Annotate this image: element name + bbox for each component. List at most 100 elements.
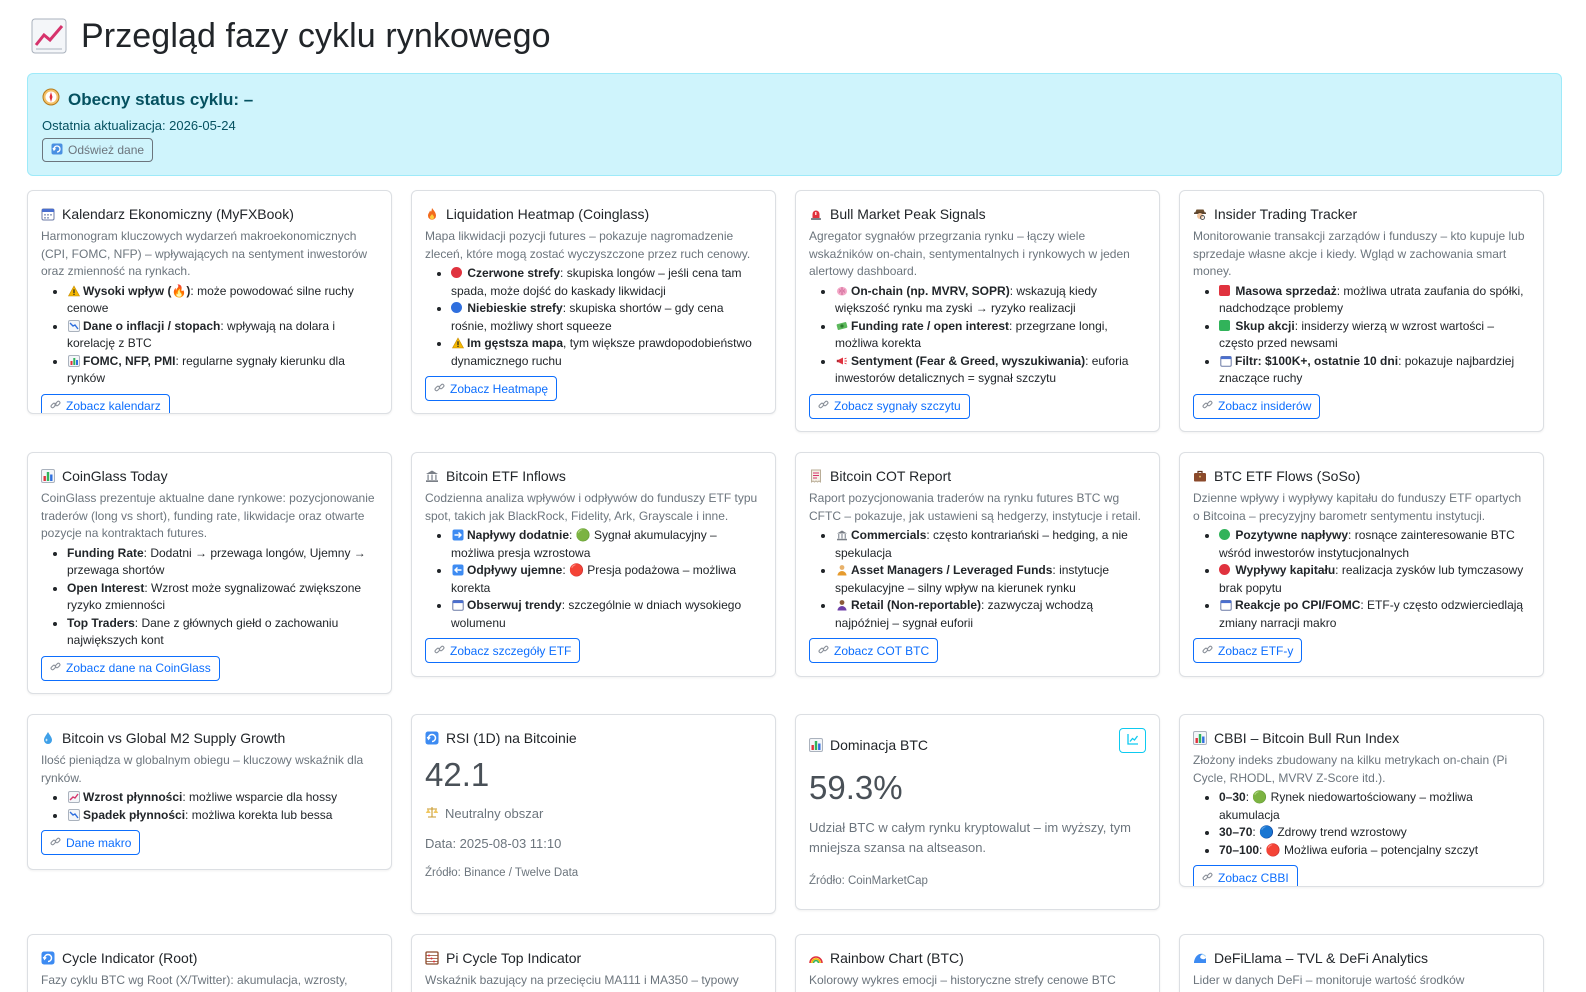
chart-increasing-icon bbox=[31, 18, 67, 54]
chart-decreasing-icon bbox=[67, 319, 80, 332]
calendar-icon bbox=[1219, 354, 1232, 367]
list-item: Asset Managers / Leveraged Funds: instyt… bbox=[835, 562, 1146, 597]
card-description: Harmonogram kluczowych wydarzeń makroeko… bbox=[41, 229, 368, 278]
bank-icon bbox=[425, 469, 439, 483]
view-etfs-button[interactable]: Zobacz ETF-y bbox=[1193, 638, 1303, 663]
list-item: 70–100: 🔴 Możliwa euforia – potencjalny … bbox=[1219, 842, 1530, 860]
red-square-icon bbox=[1219, 284, 1230, 296]
card-title: CBBI – Bitcoin Bull Run Index bbox=[1193, 728, 1530, 747]
card-btc-dominance: Dominacja BTC 59.3% Udział BTC w całym r… bbox=[795, 714, 1160, 910]
card-description: Lider w danych DeFi – monitoruje wartość… bbox=[1193, 973, 1465, 987]
page-title: Przegląd fazy cyklu rynkowego bbox=[81, 16, 551, 55]
view-cbbi-button[interactable]: Zobacz CBBI bbox=[1193, 865, 1298, 886]
red-circle-icon bbox=[451, 267, 462, 278]
list-item: Sentyment (Fear & Greed, wyszukiwania): … bbox=[835, 353, 1146, 388]
view-etf-details-button[interactable]: Zobacz szczegóły ETF bbox=[425, 638, 581, 663]
receipt-icon bbox=[809, 469, 823, 483]
calendar-icon bbox=[1219, 599, 1232, 612]
view-coinglass-button[interactable]: Zobacz dane na CoinGlass bbox=[41, 655, 220, 681]
card-description: CoinGlass prezentuje aktualne dane rynko… bbox=[41, 491, 375, 540]
calendar-icon bbox=[451, 599, 464, 612]
cycle-status-label: Obecny status cyklu: – bbox=[68, 89, 254, 109]
view-cot-btc-button[interactable]: Zobacz COT BTC bbox=[809, 638, 939, 663]
bar-chart-icon bbox=[41, 468, 55, 483]
list-item: Wypływy kapitału: realizacja zysków lub … bbox=[1219, 562, 1530, 597]
line-chart-icon bbox=[1126, 732, 1140, 749]
dominance-description: Udział BTC w całym rynku kryptowalut – i… bbox=[809, 820, 1131, 855]
card-liquidation-heatmap: Liquidation Heatmap (Coinglass) Mapa lik… bbox=[411, 190, 776, 414]
view-peak-signals-button[interactable]: Zobacz sygnały szczytu bbox=[809, 393, 970, 419]
list-item: Odpływy ujemne: 🔴 Presja podażowa – możl… bbox=[451, 562, 762, 597]
card-title: Insider Trading Tracker bbox=[1193, 204, 1530, 223]
detective-icon bbox=[1193, 207, 1207, 221]
card-list: On-chain (np. MVRV, SOPR): wskazują kied… bbox=[835, 283, 1146, 388]
rsi-source: Źródło: Binance / Twelve Data bbox=[425, 867, 579, 879]
card-list: Funding Rate: Dodatni → przewaga longów,… bbox=[67, 545, 378, 650]
card-title: Bitcoin ETF Inflows bbox=[425, 466, 762, 485]
refresh-icon bbox=[425, 731, 439, 745]
card-description: Ilość pieniądza w globalnym obiegu – klu… bbox=[41, 753, 364, 785]
card-defillama: DeFiLlama – TVL & DeFi Analytics Lider w… bbox=[1179, 934, 1544, 992]
rsi-date: Data: 2025-08-03 11:10 bbox=[425, 836, 562, 851]
list-item: Napływy dodatnie: 🟢 Sygnał akumulacyjny … bbox=[451, 527, 762, 562]
dominance-value: 59.3% bbox=[809, 769, 903, 806]
card-description: Kolorowy wykres emocji – historyczne str… bbox=[809, 973, 1116, 987]
fire-icon bbox=[425, 207, 439, 221]
chart-increasing-icon bbox=[67, 791, 80, 804]
card-description: Raport pozycjonowania traderów na rynku … bbox=[809, 491, 1141, 523]
list-item: Spadek płynności: możliwa korekta lub be… bbox=[67, 807, 378, 825]
card-list: Wysoki wpływ (🔥): może powodować silne r… bbox=[67, 283, 378, 388]
card-coinglass-today: CoinGlass Today CoinGlass prezentuje akt… bbox=[27, 452, 392, 694]
list-item: FOMC, NFP, PMI: regularne sygnały kierun… bbox=[67, 353, 378, 388]
abacus-icon bbox=[425, 950, 439, 965]
card-list: Czerwone strefy: skupiska longów – jeśli… bbox=[451, 265, 762, 370]
list-item: Open Interest: Wzrost może sygnalizować … bbox=[67, 580, 378, 615]
view-heatmap-button[interactable]: Zobacz Heatmapę bbox=[425, 376, 558, 401]
list-item: Funding Rate: Dodatni → przewaga longów,… bbox=[67, 545, 378, 580]
list-item: Funding rate / open interest: przegrzane… bbox=[835, 318, 1146, 353]
dominance-source: Źródło: CoinMarketCap bbox=[809, 875, 928, 887]
link-icon bbox=[50, 836, 61, 850]
card-title: Dominacja BTC bbox=[809, 735, 1146, 754]
card-list: Wzrost płynności: możliwe wsparcie dla h… bbox=[67, 789, 378, 824]
bar-chart-icon bbox=[1193, 730, 1207, 745]
list-item: Wysoki wpływ (🔥): może powodować silne r… bbox=[67, 283, 378, 318]
card-bitcoin-cot-report: Bitcoin COT Report Raport pozycjonowania… bbox=[795, 452, 1160, 677]
card-cbbi: CBBI – Bitcoin Bull Run Index Złożony in… bbox=[1179, 714, 1544, 887]
macro-data-button[interactable]: Dane makro bbox=[41, 830, 141, 855]
card-pi-cycle-top: Pi Cycle Top Indicator Wskaźnik bazujący… bbox=[411, 934, 776, 992]
list-item: Im gęstsza mapa, tym większe prawdopodob… bbox=[451, 335, 762, 370]
card-title: Liquidation Heatmap (Coinglass) bbox=[425, 204, 762, 223]
bank-icon bbox=[835, 529, 848, 542]
compass-icon bbox=[42, 88, 60, 111]
dominance-chart-button[interactable] bbox=[1119, 728, 1146, 753]
list-item: Top Traders: Dane z głównych giełd o zac… bbox=[67, 615, 378, 650]
link-icon bbox=[50, 661, 61, 675]
card-bitcoin-etf-inflows: Bitcoin ETF Inflows Codzienna analiza wp… bbox=[411, 452, 776, 677]
link-icon bbox=[1202, 871, 1213, 885]
link-icon bbox=[818, 399, 829, 413]
card-cycle-indicator: Cycle Indicator (Root) Fazy cyklu BTC wg… bbox=[27, 934, 392, 992]
list-item: Filtr: $100K+, ostatnie 10 dni: pokazuje… bbox=[1219, 353, 1530, 388]
view-calendar-button[interactable]: Zobacz kalendarz bbox=[41, 393, 170, 413]
list-item: Masowa sprzedaż: możliwa utrata zaufania… bbox=[1219, 283, 1530, 318]
card-title: Bitcoin COT Report bbox=[809, 466, 1146, 485]
bar-chart-icon bbox=[67, 354, 80, 367]
view-insiders-button[interactable]: Zobacz insiderów bbox=[1193, 393, 1321, 419]
link-icon bbox=[818, 644, 829, 658]
refresh-data-button[interactable]: Odśwież dane bbox=[42, 138, 154, 162]
calendar-icon bbox=[41, 207, 55, 221]
card-bitcoin-vs-m2: Bitcoin vs Global M2 Supply Growth Ilość… bbox=[27, 714, 392, 870]
card-description: Złożony indeks zbudowany na kilku metryk… bbox=[1193, 753, 1508, 785]
list-item: Dane o inflacji / stopach: wpływają na d… bbox=[67, 318, 378, 353]
rsi-note: Neutralny obszar bbox=[425, 805, 762, 822]
rsi-value: 42.1 bbox=[425, 756, 490, 793]
card-description: Agregator sygnałów przegrzania rynku – ł… bbox=[809, 229, 1130, 278]
droplet-icon bbox=[41, 731, 55, 745]
card-list: Napływy dodatnie: 🟢 Sygnał akumulacyjny … bbox=[451, 527, 762, 632]
bar-chart-icon bbox=[809, 737, 823, 752]
brain-icon bbox=[835, 284, 848, 297]
person-icon bbox=[835, 599, 848, 612]
card-description: Codzienna analiza wpływów i odpływów do … bbox=[425, 491, 758, 523]
green-circle-icon bbox=[1219, 529, 1230, 540]
